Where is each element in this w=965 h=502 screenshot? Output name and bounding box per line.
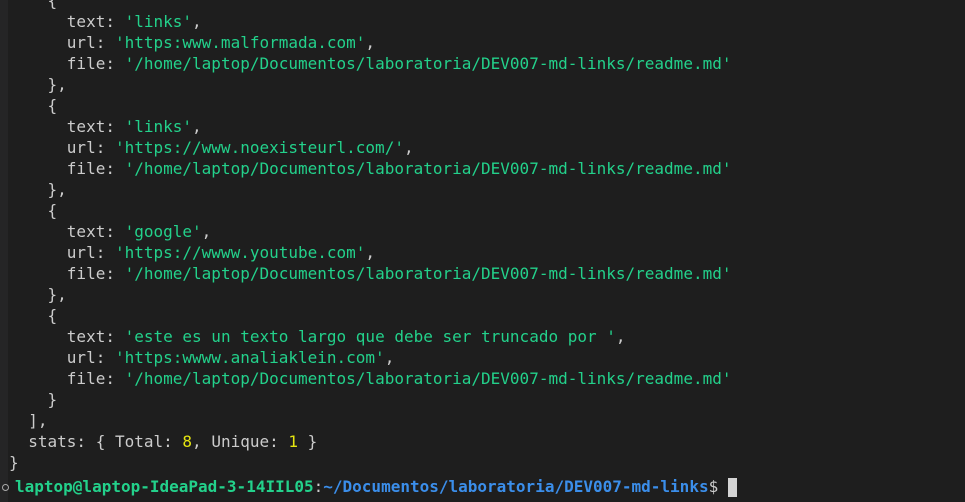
object-open-brace: { xyxy=(9,96,58,115)
link-url-line: url: 'https://wwww.youtube.com', xyxy=(66,243,376,262)
link-file-line: file: '/home/laptop/Documentos/laborator… xyxy=(66,54,732,73)
prompt-separator: : xyxy=(313,477,324,496)
terminal-output: { text: 'links', url: 'https:www.malform… xyxy=(9,0,965,473)
link-text-line: text: 'links', xyxy=(66,12,202,31)
terminal-panel[interactable]: { text: 'links', url: 'https:www.malform… xyxy=(0,0,965,502)
object-close-brace: }, xyxy=(9,180,67,199)
link-text-line: text: 'google', xyxy=(66,222,212,241)
link-url-line: url: 'https:wwww.analiaklein.com', xyxy=(66,348,395,367)
object-close-brace: }, xyxy=(9,285,67,304)
link-file-line: file: '/home/laptop/Documentos/laborator… xyxy=(66,159,732,178)
link-url-line: url: 'https:www.malformada.com', xyxy=(66,33,376,52)
object-close-brace: }, xyxy=(9,75,67,94)
object-open-brace: { xyxy=(9,0,58,10)
shell-prompt[interactable]: laptop@laptop-IdeaPad-3-14IIL05: ~/Docume… xyxy=(0,476,738,498)
stats-line: stats: { Total: 8, Unique: 1 } xyxy=(28,432,318,451)
root-close-brace: } xyxy=(9,453,19,472)
link-file-line: file: '/home/laptop/Documentos/laborator… xyxy=(66,369,732,388)
link-url-line: url: 'https://www.noexisteurl.com/', xyxy=(66,138,414,157)
link-file-line: file: '/home/laptop/Documentos/laborator… xyxy=(66,264,732,283)
link-text-line: text: 'este es un texto largo que debe s… xyxy=(66,327,626,346)
prompt-user-host: laptop@laptop-IdeaPad-3-14IIL05 xyxy=(15,477,314,496)
prompt-path: ~/Documentos/laboratoria/DEV007-md-links xyxy=(323,477,709,496)
object-open-brace: { xyxy=(9,201,58,220)
text-cursor[interactable] xyxy=(728,477,738,497)
terminal-gutter xyxy=(0,0,8,502)
object-open-brace: { xyxy=(9,306,58,325)
link-text-line: text: 'links', xyxy=(66,117,202,136)
object-close-brace: } xyxy=(9,390,58,409)
prompt-symbol: $ xyxy=(708,477,719,496)
command-decoration-icon[interactable] xyxy=(2,483,9,491)
array-close-bracket: ], xyxy=(9,411,48,430)
